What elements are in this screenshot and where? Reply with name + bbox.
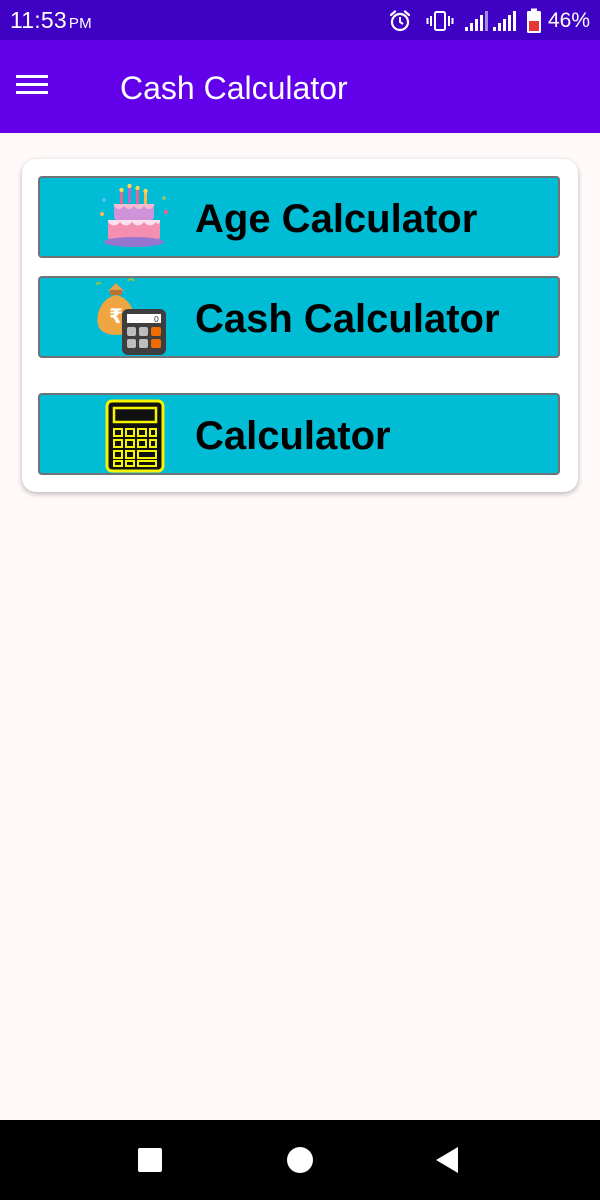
navigation-bar [0,1120,600,1200]
page-title: Cash Calculator [120,70,348,106]
status-time-value: 11:53 [10,7,67,33]
back-triangle-icon [430,1147,466,1182]
status-time-ampm: PM [68,15,92,32]
status-time: 11:53 PM [10,7,92,34]
recents-square-icon [132,1148,168,1182]
battery-percent: 46% [547,9,590,32]
cash-calculator-button[interactable]: ₹ 0 Cash Calculator [38,276,560,358]
vibrate-icon [426,9,454,33]
home-button[interactable] [282,1142,318,1178]
svg-text:0: 0 [154,315,159,324]
calculator-button[interactable]: Calculator [38,393,560,475]
home-circle-icon [282,1147,318,1182]
age-calculator-label: Age Calculator [195,197,478,241]
status-icons: 46% [388,6,590,36]
birthday-cake-icon [98,182,172,256]
battery-icon [526,8,542,34]
recents-button[interactable] [132,1142,168,1178]
alarm-icon [388,9,412,33]
status-bar: 11:53 PM 46% [0,0,600,40]
svg-text:₹: ₹ [109,304,123,328]
age-calculator-button[interactable]: Age Calculator [38,176,560,258]
signal-icon [492,10,516,32]
signal-icon [464,10,488,32]
calculator-icon [98,399,172,473]
app-bar: Cash Calculator [0,40,600,133]
calculator-label: Calculator [195,414,391,458]
money-bag-calculator-icon: ₹ 0 [95,278,172,356]
cash-calculator-label: Cash Calculator [195,297,500,341]
hamburger-menu-button[interactable] [16,62,76,112]
back-button[interactable] [430,1142,466,1178]
menu-card: Age Calculator ₹ 0 Cash Calculator Calcu… [22,159,578,492]
